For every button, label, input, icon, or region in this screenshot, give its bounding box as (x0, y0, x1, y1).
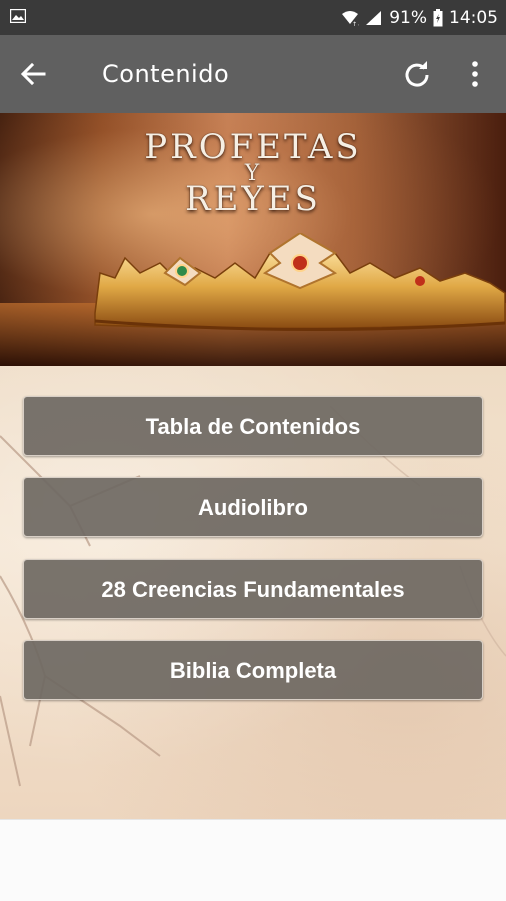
toolbar-title: Contenido (102, 60, 230, 88)
bottom-blank-area (0, 819, 506, 901)
status-time: 14:05 (449, 7, 498, 28)
audiobook-button[interactable]: Audiolibro (23, 477, 483, 537)
refresh-icon[interactable] (402, 59, 432, 89)
signal-icon (366, 10, 382, 25)
complete-bible-button[interactable]: Biblia Completa (23, 640, 483, 700)
battery-icon (433, 8, 443, 26)
content-area: Tabla de Contenidos Audiolibro 28 Creenc… (0, 366, 506, 819)
book-banner: PROFETAS Y REYES (0, 113, 506, 366)
table-of-contents-button[interactable]: Tabla de Contenidos (23, 396, 483, 456)
app-toolbar: Contenido (0, 35, 506, 113)
wifi-icon: ↑↓ (342, 10, 359, 26)
image-icon (10, 9, 26, 23)
status-right: ↑↓ 91% 14:05 (341, 0, 498, 35)
status-bar: ↑↓ 91% 14:05 (0, 0, 506, 35)
fundamental-beliefs-button[interactable]: 28 Creencias Fundamentales (23, 559, 483, 619)
crown-image (0, 233, 506, 366)
battery-percent: 91% (389, 7, 427, 28)
back-arrow-icon[interactable] (18, 59, 48, 89)
more-vert-icon[interactable] (462, 59, 488, 89)
svg-text:↑↓: ↑↓ (352, 21, 359, 26)
banner-title-line3: REYES (185, 179, 321, 219)
